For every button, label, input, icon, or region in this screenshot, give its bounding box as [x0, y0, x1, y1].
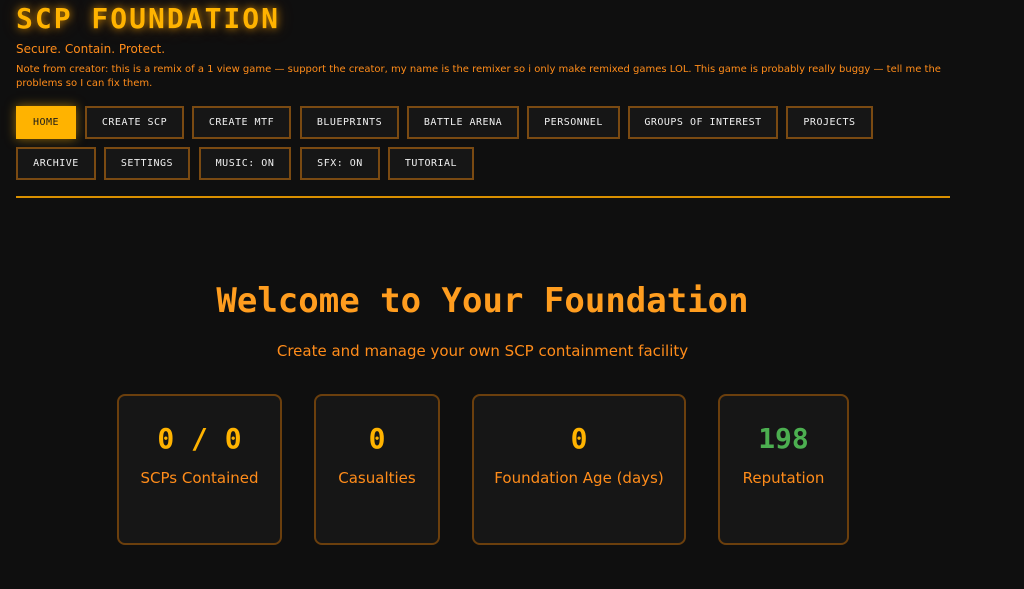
stat-card-reputation: 198 Reputation [718, 394, 849, 545]
nav-create-mtf-button[interactable]: CREATE MTF [192, 106, 291, 139]
nav-blueprints-button[interactable]: BLUEPRINTS [300, 106, 399, 139]
nav-projects-button[interactable]: PROJECTS [786, 106, 873, 139]
nav-music-toggle[interactable]: MUSIC: ON [199, 147, 291, 180]
nav-archive-button[interactable]: ARCHIVE [16, 147, 96, 180]
nav-sfx-toggle[interactable]: SFX: ON [300, 147, 380, 180]
site-title: SCP FOUNDATION [16, 2, 281, 35]
stat-value-reputation: 198 [758, 422, 809, 455]
header-divider [16, 196, 950, 198]
creator-note: Note from creator: this is a remix of a … [16, 64, 941, 89]
tagline: Secure. Contain. Protect. [16, 42, 166, 56]
stat-label-casualties: Casualties [338, 469, 416, 487]
stat-card-contained: 0 / 0 SCPs Contained [117, 394, 282, 545]
stat-card-casualties: 0 Casualties [314, 394, 440, 545]
nav-groups-of-interest-button[interactable]: GROUPS OF INTEREST [628, 106, 778, 139]
stat-value-casualties: 0 [368, 422, 386, 455]
nav-create-scp-button[interactable]: CREATE SCP [85, 106, 184, 139]
nav-tutorial-button[interactable]: TUTORIAL [388, 147, 474, 180]
stat-card-age: 0 Foundation Age (days) [472, 394, 686, 545]
nav-home-button[interactable]: HOME [16, 106, 76, 139]
stat-value-contained: 0 / 0 [157, 422, 242, 455]
stat-label-reputation: Reputation [742, 469, 825, 487]
stat-label-contained: SCPs Contained [140, 469, 259, 487]
welcome-subtitle: Create and manage your own SCP containme… [276, 342, 689, 360]
nav-settings-button[interactable]: SETTINGS [104, 147, 190, 180]
welcome-title: Welcome to Your Foundation [216, 281, 749, 321]
nav-personnel-button[interactable]: PERSONNEL [527, 106, 620, 139]
stat-value-age: 0 [570, 422, 588, 455]
stat-label-age: Foundation Age (days) [494, 469, 664, 487]
nav-battle-arena-button[interactable]: BATTLE ARENA [407, 106, 519, 139]
